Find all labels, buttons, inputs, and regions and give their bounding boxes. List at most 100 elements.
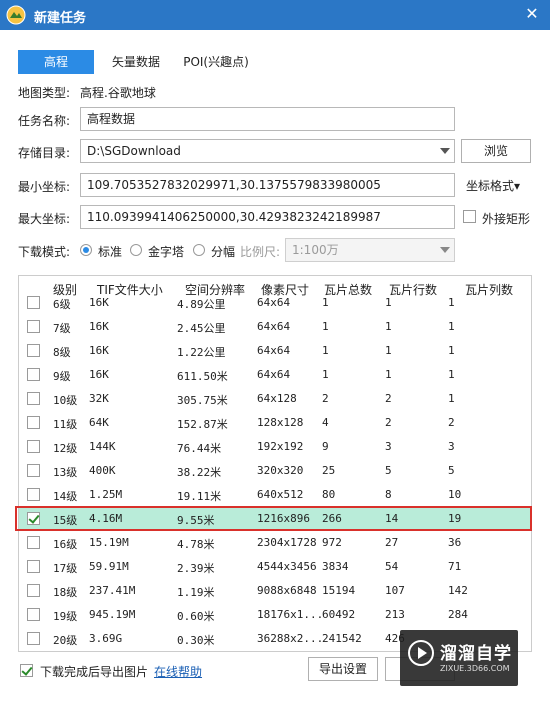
table-row[interactable]: 19级 945.19M 0.60米 18176x1... 60492 213 284 <box>19 603 531 627</box>
cell-pixels: 64x128 <box>257 392 297 405</box>
cell-tif-size: 16K <box>89 344 109 357</box>
row-checkbox[interactable] <box>27 464 40 477</box>
row-checkbox[interactable] <box>27 560 40 573</box>
table-row[interactable]: 11级 64K 152.87米 128x128 4 2 2 <box>19 411 531 435</box>
mode-pyramid-radio[interactable] <box>130 244 142 256</box>
cell-tile-rows: 1 <box>385 320 392 333</box>
watermark: 溜溜自学 ZIXUE.3D66.COM <box>400 630 518 686</box>
title-bar: 新建任务 ✕ <box>0 0 550 30</box>
cell-resolution: 0.60米 <box>177 610 215 623</box>
tab-poi[interactable]: POI(兴趣点) <box>180 50 252 74</box>
row-checkbox[interactable] <box>27 440 40 453</box>
cell-tif-size: 16K <box>89 320 109 333</box>
row-checkbox[interactable] <box>27 632 40 645</box>
cell-tile-total: 3834 <box>322 560 349 573</box>
row-checkbox[interactable] <box>27 536 40 549</box>
max-coord-input[interactable]: 110.0939941406250000,30.4293823242189987 <box>80 205 455 229</box>
cell-tif-size: 3.69G <box>89 632 123 645</box>
cell-resolution: 4.78米 <box>177 538 215 551</box>
cell-tile-rows: 8 <box>385 488 392 501</box>
cell-resolution: 305.75米 <box>177 394 228 407</box>
cell-tile-total: 60492 <box>322 608 356 621</box>
cell-resolution: 0.30米 <box>177 634 215 647</box>
cell-pixels: 36288x2... <box>257 632 324 645</box>
row-checkbox[interactable] <box>27 392 40 405</box>
row-checkbox[interactable] <box>27 584 40 597</box>
task-name-input[interactable]: 高程数据 <box>80 107 455 131</box>
mode-tiled-label: 分幅 <box>211 245 236 259</box>
cell-resolution: 611.50米 <box>177 370 228 383</box>
tab-elevation[interactable]: 高程 <box>18 50 94 74</box>
mode-pyramid-label: 金字塔 <box>148 245 185 259</box>
download-mode-label: 下载模式: <box>18 245 71 259</box>
cell-pixels: 18176x1... <box>257 608 324 621</box>
cell-pixels: 1216x896 <box>257 512 310 525</box>
row-checkbox[interactable] <box>27 488 40 501</box>
bbox-label: 外接矩形 <box>482 212 531 226</box>
table-row[interactable]: 15级 4.16M 9.55米 1216x896 266 14 19 <box>19 507 531 531</box>
table-row[interactable]: 12级 144K 76.44米 192x192 9 3 3 <box>19 435 531 459</box>
cell-tile-total: 972 <box>322 536 342 549</box>
table-row[interactable]: 8级 16K 1.22公里 64x64 1 1 1 <box>19 339 531 363</box>
row-checkbox[interactable] <box>27 416 40 429</box>
table-row[interactable]: 9级 16K 611.50米 64x64 1 1 1 <box>19 363 531 387</box>
cell-tile-cols: 36 <box>448 536 462 549</box>
cell-tile-rows: 107 <box>385 584 405 597</box>
table-row[interactable]: 17级 59.91M 2.39米 4544x3456 3834 54 71 <box>19 555 531 579</box>
coord-format-dropdown[interactable]: 坐标格式▾ <box>466 177 520 194</box>
mode-tiled-radio[interactable] <box>193 244 205 256</box>
cell-tile-rows: 5 <box>385 464 392 477</box>
cell-pixels: 640x512 <box>257 488 304 501</box>
export-settings-button[interactable]: 导出设置 <box>308 657 378 681</box>
bbox-checkbox[interactable] <box>463 210 476 223</box>
window-title: 新建任务 <box>34 11 87 26</box>
chevron-down-icon[interactable] <box>440 247 450 253</box>
map-type-label: 地图类型: <box>18 86 71 100</box>
cell-resolution: 19.11米 <box>177 490 222 503</box>
scale-select[interactable]: 1:100万 <box>285 238 455 262</box>
cell-level: 14级 <box>53 490 78 503</box>
table-row[interactable]: 6级 16K 4.89公里 64x64 1 1 1 <box>19 291 531 315</box>
table-row[interactable]: 18级 237.41M 1.19米 9088x6848 15194 107 142 <box>19 579 531 603</box>
table-row[interactable]: 16级 15.19M 4.78米 2304x1728 972 27 36 <box>19 531 531 555</box>
cell-resolution: 9.55米 <box>177 514 215 527</box>
cell-tile-cols: 1 <box>448 344 455 357</box>
cell-tile-total: 241542 <box>322 632 362 645</box>
cell-tif-size: 144K <box>89 440 116 453</box>
row-checkbox[interactable] <box>27 368 40 381</box>
cell-tile-cols: 1 <box>448 392 455 405</box>
play-logo-icon <box>408 640 434 666</box>
min-coord-input[interactable]: 109.7053527832029971,30.1375579833980005 <box>80 173 455 197</box>
cell-tile-rows: 1 <box>385 296 392 309</box>
table-row[interactable]: 13级 400K 38.22米 320x320 25 5 5 <box>19 459 531 483</box>
storage-dir-combo[interactable]: D:\SGDownload <box>80 139 455 163</box>
table-row[interactable]: 7级 16K 2.45公里 64x64 1 1 1 <box>19 315 531 339</box>
online-help-link[interactable]: 在线帮助 <box>154 663 202 680</box>
mode-standard-radio[interactable] <box>80 244 92 256</box>
cell-tile-cols: 142 <box>448 584 468 597</box>
cell-pixels: 192x192 <box>257 440 304 453</box>
chevron-down-icon[interactable] <box>440 148 450 154</box>
row-checkbox[interactable] <box>27 608 40 621</box>
cell-pixels: 9088x6848 <box>257 584 317 597</box>
row-checkbox[interactable] <box>27 344 40 357</box>
cell-tile-rows: 3 <box>385 440 392 453</box>
table-row[interactable]: 10级 32K 305.75米 64x128 2 2 1 <box>19 387 531 411</box>
cell-tile-total: 25 <box>322 464 336 477</box>
cell-tile-total: 1 <box>322 296 329 309</box>
levels-table[interactable]: 级别 TIF文件大小 空间分辨率 像素尺寸 瓦片总数 瓦片行数 瓦片列数 6级 1… <box>18 275 532 652</box>
cell-tile-cols: 284 <box>448 608 468 621</box>
close-icon[interactable]: ✕ <box>522 4 542 24</box>
cell-level: 6级 <box>53 298 71 311</box>
browse-button[interactable]: 浏览 <box>461 139 531 163</box>
table-row[interactable]: 14级 1.25M 19.11米 640x512 80 8 10 <box>19 483 531 507</box>
cell-tile-total: 2 <box>322 392 329 405</box>
tab-vector-data[interactable]: 矢量数据 <box>104 50 168 74</box>
export-images-checkbox[interactable] <box>20 664 33 677</box>
cell-tile-cols: 19 <box>448 512 462 525</box>
map-type-value: 高程.谷歌地球 <box>80 86 156 100</box>
row-checkbox[interactable] <box>27 512 40 525</box>
row-checkbox[interactable] <box>27 320 40 333</box>
row-checkbox[interactable] <box>27 296 40 309</box>
cell-tile-cols: 1 <box>448 368 455 381</box>
